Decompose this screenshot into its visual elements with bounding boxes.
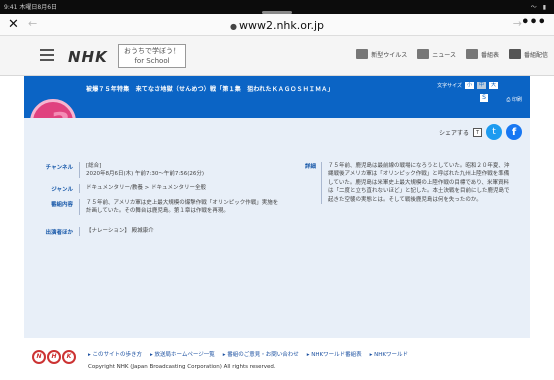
font-size-medium-button[interactable]: 中: [477, 82, 486, 89]
logo-letter: N: [32, 350, 46, 364]
footer-link[interactable]: ▸ NHKワールド: [370, 350, 408, 358]
info-key: 番組内容: [36, 199, 80, 215]
url-text: www2.nhk.or.jp: [238, 19, 325, 32]
header-link-schedule[interactable]: 番組表: [465, 49, 499, 59]
menu-icon[interactable]: [40, 49, 54, 61]
nhk-footer-logo[interactable]: N H K: [32, 350, 76, 364]
footer-link[interactable]: ▸ 番組のご意見・お問い合わせ: [223, 350, 299, 358]
print-label: 印刷: [511, 97, 522, 103]
info-key: ジャンル: [36, 184, 80, 193]
virus-icon: [356, 49, 369, 59]
program-title-banner: 被爆７５年特集 来てなさ地獄（せんめつ）戦「第１集 狙われたＫＡＧＯＳＨＩＭＡ」…: [24, 76, 530, 118]
header-link-label: ニュース: [432, 51, 456, 59]
news-icon: [417, 49, 430, 59]
info-rows: チャンネル [総合] 2020年8月6日(木) 午前7:30〜午前7:56(26…: [36, 162, 286, 242]
screen: 9:41 木曜日8月6日 〜 ▮ ✕ ← ● www2.nhk.or.jp → •…: [0, 0, 554, 380]
more-icon[interactable]: •••: [521, 15, 546, 30]
font-size-label: 文字サイズ: [437, 83, 462, 89]
nhk-logo[interactable]: NHK: [68, 48, 108, 66]
font-size-selector: 文字サイズ 小 中 大: [437, 82, 498, 89]
header-link-stream[interactable]: 番組配信: [508, 49, 548, 59]
detail-key: 詳細: [296, 162, 322, 205]
info-row-channel: チャンネル [総合] 2020年8月6日(木) 午前7:30〜午前7:56(26…: [36, 162, 286, 178]
facebook-icon[interactable]: f: [506, 124, 522, 140]
site-footer: N H K ▸ このサイトの歩き方 ▸ 放送局ホームページ一覧 ▸ 番組のご意見…: [24, 340, 530, 380]
footer-link[interactable]: ▸ NHKワールド番組表: [307, 350, 362, 358]
twitter-icon[interactable]: t: [486, 124, 502, 140]
header-link-label: 番組表: [480, 51, 499, 59]
status-indicators: 〜 ▮: [530, 4, 548, 11]
program-title: 被爆７５年特集 来てなさ地獄（せんめつ）戦「第１集 狙われたＫＡＧＯＳＨＩＭＡ」: [86, 86, 334, 93]
info-row-genre: ジャンル ドキュメンタリー/教養 > ドキュメンタリー全般: [36, 184, 286, 193]
info-row-content: 番組内容 ７５年前、アメリカ軍は史上最大規模の爆撃作戦「オリンピック作戦」実施を…: [36, 199, 286, 215]
share-text-button[interactable]: T: [473, 127, 482, 137]
logo-letter: K: [62, 350, 76, 364]
footer-link[interactable]: ▸ このサイトの歩き方: [88, 350, 142, 358]
status-bar: 9:41 木曜日8月6日 〜 ▮: [0, 0, 554, 14]
info-key: 出演者ほか: [36, 227, 80, 236]
status-time: 9:41 木曜日8月6日: [4, 4, 58, 11]
detail-value: ７５年前、鹿児島は最前線の戦場になろうとしていた。昭和２０年夏、沖縄戦後アメリカ…: [328, 163, 510, 203]
lock-icon: ●: [229, 22, 237, 31]
school-line-1: おうちで学ぼう！: [124, 47, 180, 55]
header-link-virus[interactable]: 新型ウイルス: [356, 49, 407, 59]
footer-link[interactable]: ▸ 放送局ホームページ一覧: [150, 350, 215, 358]
info-value: ７５年前、アメリカ軍は史上最大規模の爆撃作戦「オリンピック作戦」実施を計画してい…: [86, 200, 279, 214]
school-line-2: for School: [134, 57, 170, 65]
font-size-small-button[interactable]: 小: [465, 82, 474, 89]
logo-letter: H: [47, 350, 61, 364]
address-bar[interactable]: ● www2.nhk.or.jp: [0, 19, 554, 32]
school-banner-link[interactable]: おうちで学ぼう！ for School: [118, 44, 186, 68]
copyright: Copyright NHK (Japan Broadcasting Corpor…: [88, 364, 276, 370]
header-link-news[interactable]: ニュース: [417, 49, 456, 59]
header-link-label: 新型ウイルス: [371, 51, 408, 59]
info-value[interactable]: ドキュメンタリー/教養 > ドキュメンタリー全般: [80, 184, 280, 193]
stream-icon: [508, 49, 521, 59]
print-button[interactable]: ⎙ 印刷: [506, 96, 522, 103]
info-key: チャンネル: [36, 162, 80, 178]
program-details: シェアする T t f チャンネル [総合] 2020年8月6日(木) 午前7:…: [24, 118, 530, 338]
header-link-label: 番組配信: [523, 51, 548, 59]
schedule-icon: [465, 49, 478, 59]
footer-links: ▸ このサイトの歩き方 ▸ 放送局ホームページ一覧 ▸ 番組のご意見・お問い合わ…: [88, 350, 408, 358]
s-icon[interactable]: S: [480, 94, 488, 102]
share-bar: シェアする T t f: [439, 124, 522, 140]
site-header: NHK おうちで学ぼう！ for School 新型ウイルス ニュース 番組表 …: [0, 36, 554, 76]
info-row-cast: 出演者ほか 【ナレーション】 殿城康介: [36, 227, 286, 236]
font-size-large-button[interactable]: 大: [489, 82, 498, 89]
share-label: シェアする: [438, 129, 469, 137]
browser-toolbar: ✕ ← ● www2.nhk.or.jp → •••: [0, 14, 554, 36]
detail-section: 詳細 ７５年前、鹿児島は最前線の戦場になろうとしていた。昭和２０年夏、沖縄戦後ア…: [296, 162, 518, 205]
header-links: 新型ウイルス ニュース 番組表 番組配信: [356, 49, 548, 59]
info-value: [総合] 2020年8月6日(木) 午前7:30〜午前7:56(26分): [86, 163, 205, 177]
info-value: 【ナレーション】 殿城康介: [86, 228, 154, 234]
